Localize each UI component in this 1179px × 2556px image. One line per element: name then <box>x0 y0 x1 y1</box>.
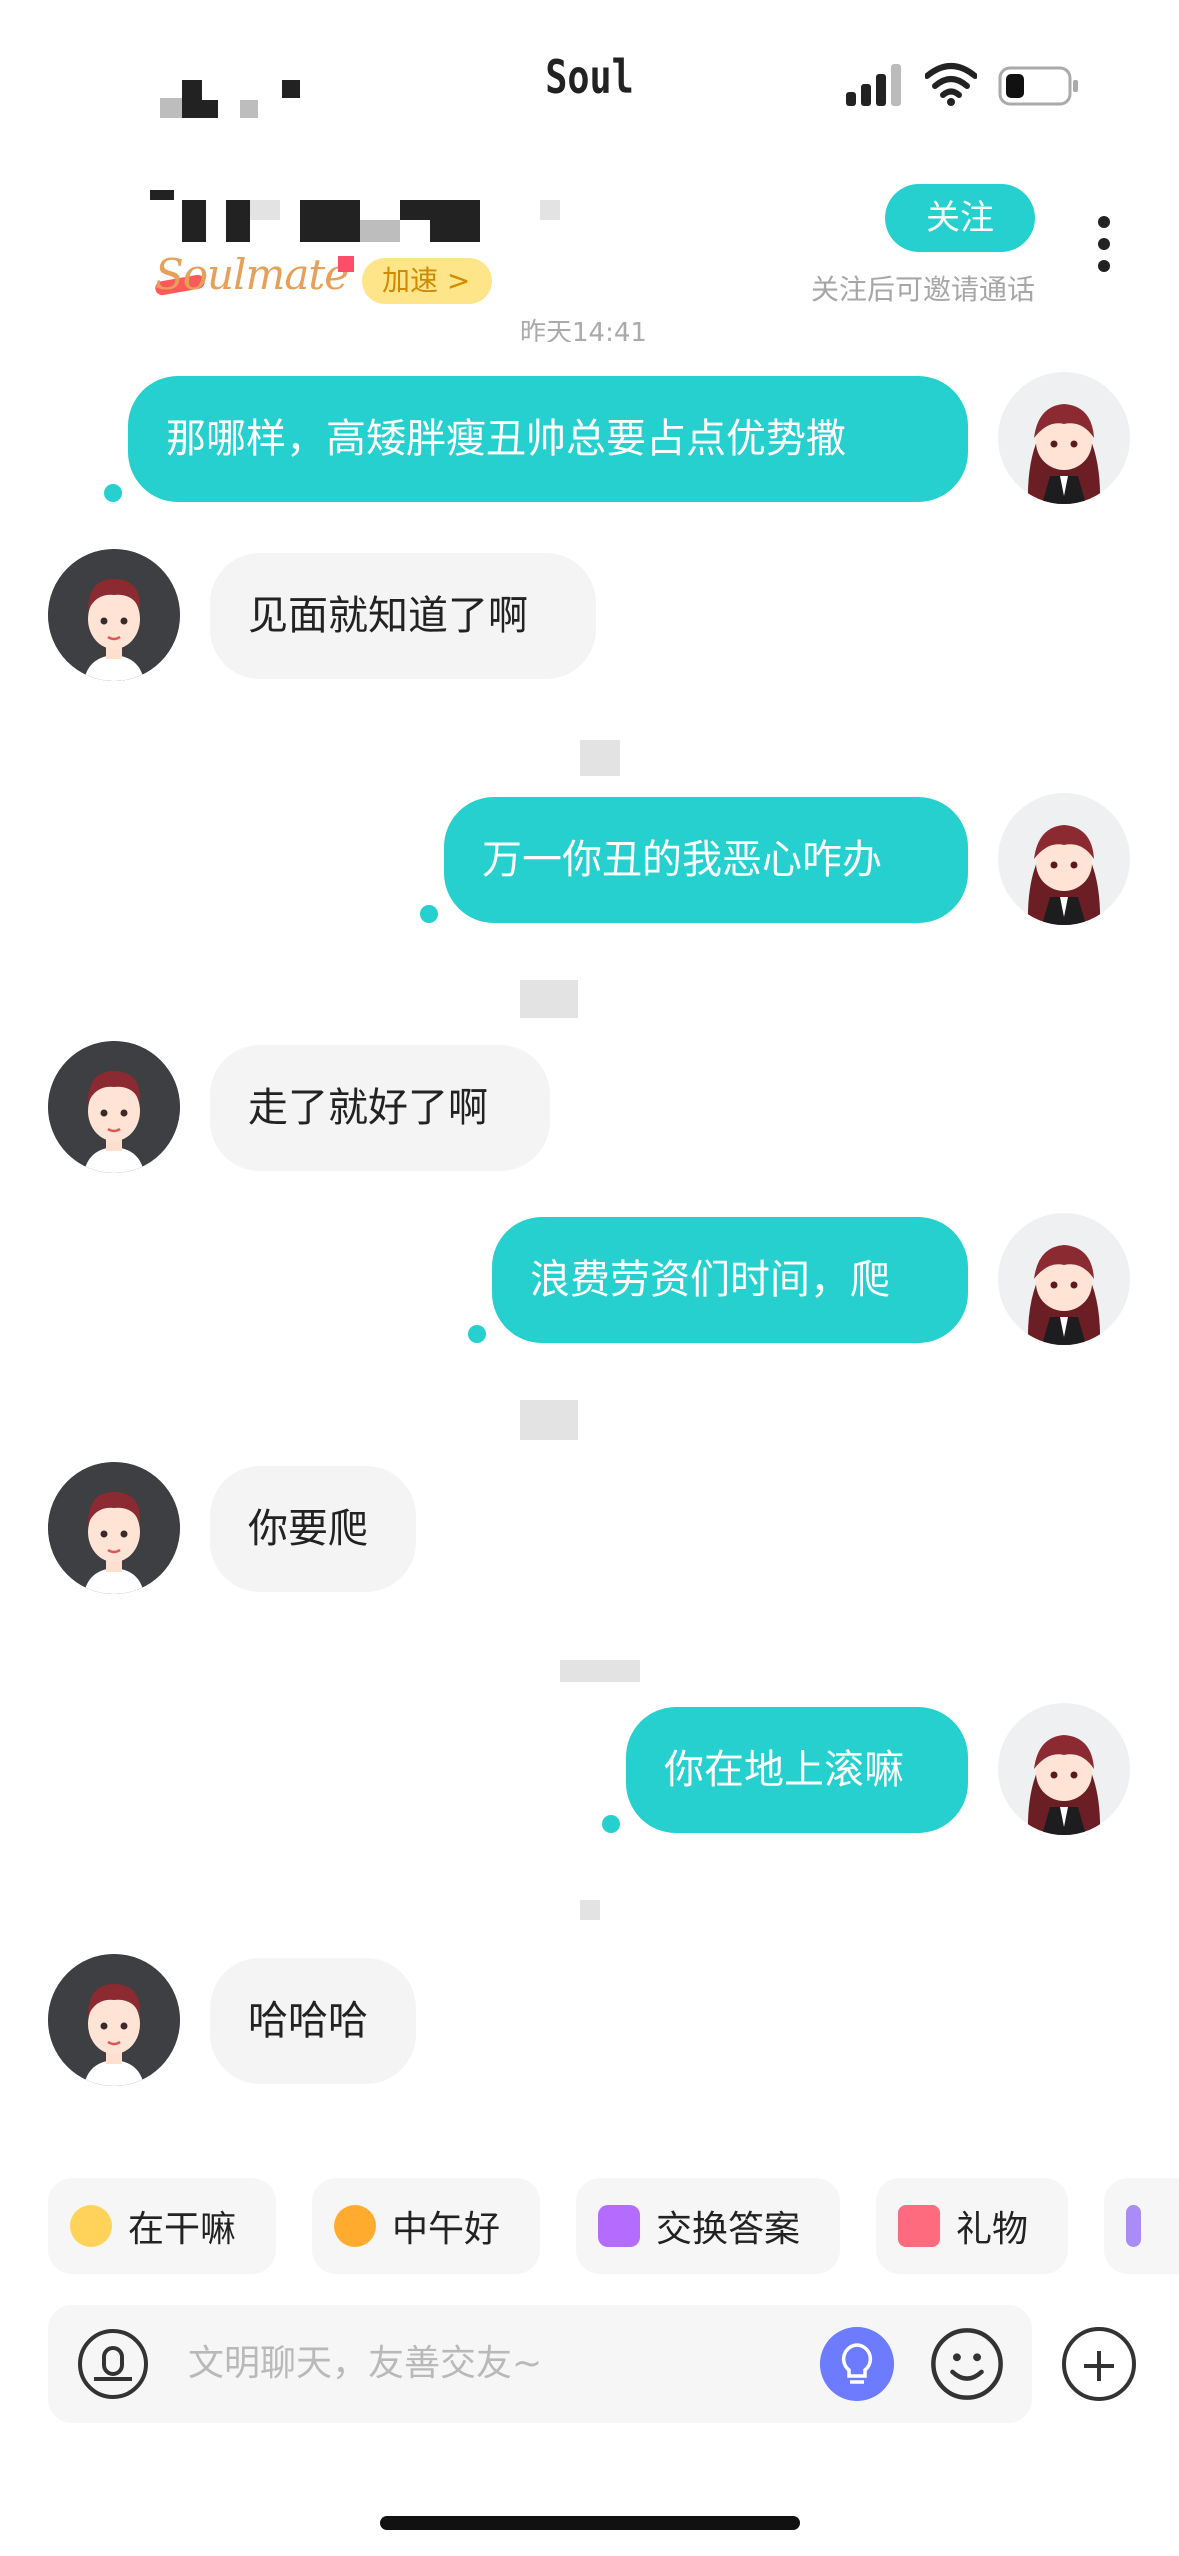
quick-reply-bar[interactable]: 在干嘛 中午好 交换答案 礼物 <box>0 2178 1179 2278</box>
message-bubble[interactable]: 走了就好了啊 <box>210 1045 550 1171</box>
voice-input-icon[interactable] <box>78 2329 148 2399</box>
bubble-tail-dot <box>104 484 122 502</box>
my-avatar[interactable] <box>998 1703 1130 1835</box>
message-bubble[interactable]: 你在地上滚嘛 <box>626 1707 968 1833</box>
home-indicator <box>380 2516 800 2530</box>
more-options-icon[interactable] <box>1096 216 1112 278</box>
app-name: Soul <box>545 50 634 104</box>
add-attachment-icon[interactable] <box>1062 2327 1136 2401</box>
timestamp-censored <box>580 740 620 776</box>
timestamp-censored <box>520 1400 578 1440</box>
status-bar: Soul <box>0 0 1179 150</box>
quick-reply-label: 交换答案 <box>656 2209 801 2250</box>
exchange-icon <box>598 2205 640 2247</box>
soulmate-logo: Soulmate <box>155 250 349 299</box>
timestamp-censored <box>520 980 578 1018</box>
peer-avatar[interactable] <box>48 1041 180 1173</box>
boost-badge[interactable]: 加速 > <box>338 256 493 304</box>
battery-icon <box>998 66 1078 106</box>
message-bubble[interactable]: 哈哈哈 <box>210 1958 416 2084</box>
quick-reply-label: 礼物 <box>956 2209 1029 2250</box>
emoji-icon[interactable] <box>930 2327 1004 2401</box>
peer-avatar[interactable] <box>48 1462 180 1594</box>
quick-reply-chip[interactable] <box>1104 2178 1179 2274</box>
wifi-icon <box>925 63 977 106</box>
peer-avatar[interactable] <box>48 549 180 681</box>
quick-reply-chip[interactable]: 中午好 <box>312 2178 540 2274</box>
message-bubble[interactable]: 那哪样，高矮胖瘦丑帅总要占点优势撒 <box>128 376 968 502</box>
message-bubble[interactable]: 万一你丑的我恶心咋办 <box>444 797 968 923</box>
face-icon <box>70 2205 112 2247</box>
timestamp-censored <box>560 1660 640 1682</box>
my-avatar[interactable] <box>998 1213 1130 1345</box>
boost-label: 加速 > <box>382 264 471 297</box>
cellular-signal-icon <box>846 60 902 106</box>
my-avatar[interactable] <box>998 793 1130 925</box>
sun-icon <box>334 2205 376 2247</box>
message-timestamp: 昨天14:41 <box>520 318 647 342</box>
follow-button[interactable]: 关注 <box>885 184 1035 252</box>
red-badge-icon <box>338 256 354 272</box>
quick-reply-label: 中午好 <box>392 2209 501 2250</box>
my-avatar[interactable] <box>998 372 1130 504</box>
bubble-tail-dot <box>468 1325 486 1343</box>
quick-reply-label: 在干嘛 <box>128 2209 237 2250</box>
bubble-tail-dot <box>602 1815 620 1833</box>
quick-reply-chip[interactable]: 在干嘛 <box>48 2178 276 2274</box>
message-bubble[interactable]: 浪费劳资们时间，爬 <box>492 1217 968 1343</box>
game-icon <box>1126 2205 1141 2247</box>
quick-reply-chip[interactable]: 礼物 <box>876 2178 1068 2274</box>
ai-assistant-icon[interactable] <box>820 2327 894 2401</box>
message-bubble[interactable]: 见面就知道了啊 <box>210 553 596 679</box>
message-bubble[interactable]: 你要爬 <box>210 1466 416 1592</box>
message-input[interactable]: 文明聊天，友善交友~ <box>188 2305 542 2423</box>
quick-reply-chip[interactable]: 交换答案 <box>576 2178 840 2274</box>
peer-avatar[interactable] <box>48 1954 180 2086</box>
gift-icon <box>898 2205 940 2247</box>
timestamp-censored <box>580 1900 600 1920</box>
bubble-tail-dot <box>420 905 438 923</box>
follow-hint: 关注后可邀请通话 <box>810 273 1035 306</box>
message-input-bar[interactable]: 文明聊天，友善交友~ <box>48 2305 1032 2423</box>
